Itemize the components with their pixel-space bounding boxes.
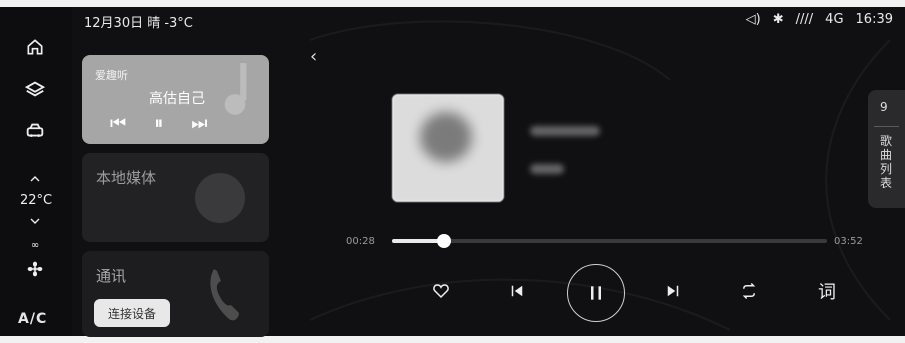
volume-icon: ◁) xyxy=(745,12,761,27)
card-previous-button[interactable]: ⏮ xyxy=(110,113,126,134)
duration-time: 03:52 xyxy=(834,236,863,247)
layers-icon[interactable] xyxy=(23,77,47,101)
music-disc-icon xyxy=(195,173,245,223)
previous-button[interactable] xyxy=(506,280,528,302)
music-song-title: 高估自己 xyxy=(149,91,205,107)
playlist-label: 歌曲列表 xyxy=(879,134,892,190)
playlist-tab[interactable]: 9 歌曲列表 xyxy=(868,90,905,208)
card-pause-button[interactable]: ⏸ xyxy=(154,113,163,134)
signal-icon: //// xyxy=(795,12,814,27)
infinity-icon: ∞ xyxy=(30,239,40,251)
favorite-button[interactable] xyxy=(430,280,452,302)
album-cover xyxy=(392,94,504,202)
progress-bar[interactable] xyxy=(392,234,827,248)
clock: 16:39 xyxy=(855,12,893,27)
local-media-title: 本地媒体 xyxy=(96,169,157,187)
date-weather: 12月30日 晴 -3°C xyxy=(84,16,193,31)
chevron-up-icon[interactable] xyxy=(23,167,47,191)
fan-icon[interactable] xyxy=(23,257,47,281)
network-type: 4G xyxy=(825,12,844,27)
music-note-icon xyxy=(224,63,247,115)
card-next-button[interactable]: ⏭ xyxy=(191,113,207,134)
temperature-display: 22°C xyxy=(19,193,53,208)
ac-button[interactable]: A/C xyxy=(18,311,47,327)
call-card[interactable]: 通讯 连接设备 xyxy=(82,251,269,337)
artist-blurred xyxy=(530,164,564,174)
lyrics-button[interactable]: 词 xyxy=(816,280,838,303)
repeat-button[interactable] xyxy=(738,280,760,302)
song-title-blurred xyxy=(530,126,600,136)
connect-device-button[interactable]: 连接设备 xyxy=(94,299,170,327)
bluetooth-icon: ✱ xyxy=(772,12,784,27)
music-controls: ⏮ ⏸ ⏭ xyxy=(110,113,207,134)
left-rail: 22°C ∞ A/C xyxy=(0,7,72,336)
playlist-divider xyxy=(874,126,899,127)
pause-button[interactable] xyxy=(567,264,625,322)
music-card[interactable]: 爱趣听 高估自己 ⏮ ⏸ ⏭ xyxy=(82,55,269,144)
playlist-count: 9 xyxy=(880,100,888,114)
local-media-card[interactable]: 本地媒体 xyxy=(82,153,269,242)
car-icon[interactable] xyxy=(23,119,47,143)
call-title: 通讯 xyxy=(96,267,127,285)
chevron-down-icon[interactable] xyxy=(23,209,47,233)
phone-icon xyxy=(210,269,239,321)
home-icon[interactable] xyxy=(23,35,47,59)
music-app-name: 爱趣听 xyxy=(95,69,128,82)
car-infotainment-screen: 22°C ∞ A/C 12月30日 晴 -3°C ◁) ✱ //// 4G 16… xyxy=(0,0,905,343)
back-button[interactable]: ‹ xyxy=(310,46,317,67)
elapsed-time: 00:28 xyxy=(346,236,375,247)
next-button[interactable] xyxy=(662,280,684,302)
status-bar: ◁) ✱ //// 4G 16:39 xyxy=(746,12,893,27)
player-controls: 词 xyxy=(430,264,850,324)
